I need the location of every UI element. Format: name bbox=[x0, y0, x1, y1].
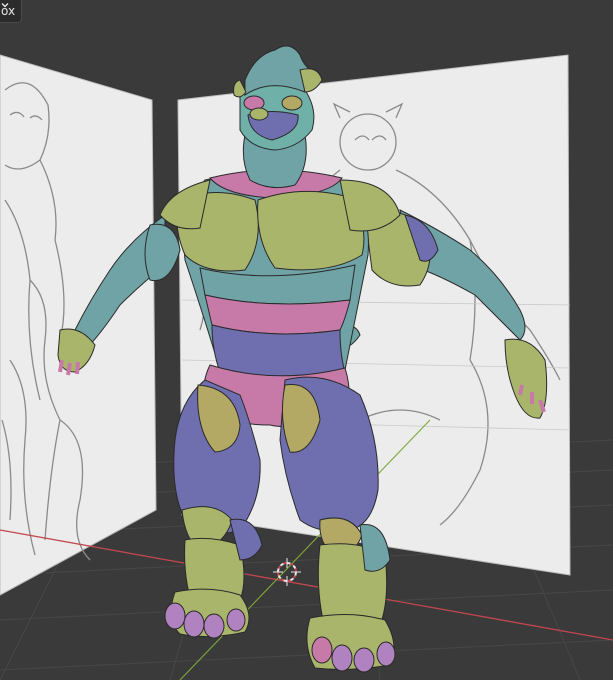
viewport-canvas[interactable] bbox=[0, 0, 613, 680]
mode-dropdown[interactable]: ox bbox=[0, 0, 23, 23]
3d-viewport[interactable]: ox bbox=[0, 0, 613, 680]
chevron-down-icon bbox=[1, 3, 9, 8]
